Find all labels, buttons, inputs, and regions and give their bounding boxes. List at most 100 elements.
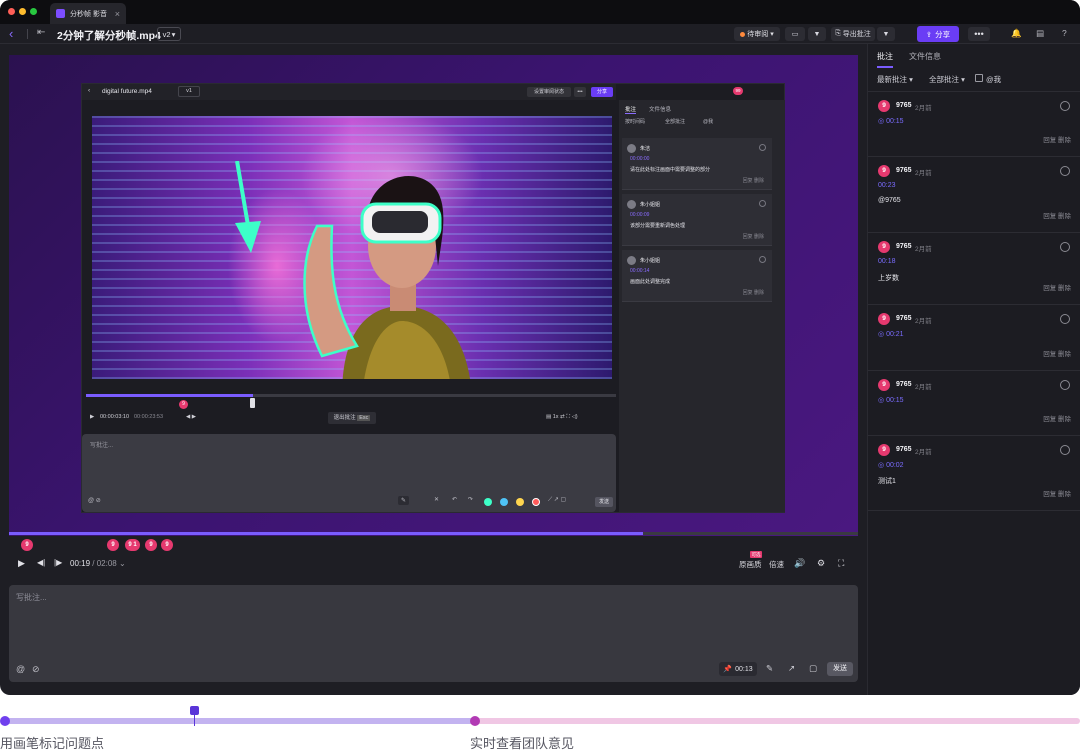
comment-timestamp[interactable]: ◎ 00:15: [878, 117, 904, 125]
resolve-icon[interactable]: [1060, 101, 1070, 111]
comment-timestamp[interactable]: ◎ 00:21: [878, 330, 904, 338]
play-icon[interactable]: ▶: [18, 558, 25, 569]
comment-card[interactable]: 9 9765 2月前 ◎ 00:02 测试1 回复 删除: [868, 436, 1080, 511]
comment-age: 2月前: [915, 170, 932, 177]
comment-marker[interactable]: 9: [107, 539, 119, 551]
embedded-send-button: 发送: [595, 497, 613, 507]
comment-age: 2月前: [915, 105, 932, 112]
tab-comments[interactable]: 批注: [877, 51, 893, 68]
sort-filter-label: 最新批注: [877, 75, 907, 84]
timestamp-toggle[interactable]: 📌 00:13: [719, 662, 757, 676]
chevron-down-icon: ▼: [882, 30, 890, 38]
quality-button[interactable]: 原画质: [739, 559, 762, 570]
volume-icon[interactable]: 🔊: [794, 558, 805, 569]
comment-timestamp[interactable]: ◎ 00:02: [878, 461, 904, 469]
comment-actions[interactable]: 回复 删除: [1043, 413, 1071, 423]
tab-close-icon[interactable]: ×: [115, 9, 120, 19]
settings-gear-icon[interactable]: ⚙: [817, 558, 825, 569]
scope-filter-dropdown[interactable]: 全部批注 ▾: [929, 74, 965, 85]
pen-icon: ✎: [398, 496, 410, 505]
color-swatch-blue: [500, 498, 508, 506]
minimize-window-button[interactable]: [19, 8, 26, 15]
comment-actions[interactable]: 回复 删除: [1043, 488, 1071, 498]
speed-button[interactable]: 倍速: [769, 559, 784, 570]
version-select[interactable]: v2 ▾: [157, 27, 181, 41]
embedded-comment-text: 该部分需要重新调色处理: [630, 223, 686, 229]
arrow-tool-icon[interactable]: ↗: [788, 663, 795, 674]
screen-dropdown-button[interactable]: ▼: [808, 27, 826, 41]
fullscreen-icon[interactable]: ⛶: [838, 558, 844, 569]
comment-card[interactable]: 9 9765 2月前 ◎ 00:21 回复 删除: [868, 305, 1080, 371]
comment-card[interactable]: 9 9765 2月前 ◎ 00:15 回复 删除: [868, 92, 1080, 157]
help-icon[interactable]: ?: [1062, 28, 1067, 38]
comment-timestamp[interactable]: 00:18: [878, 258, 896, 265]
comment-input[interactable]: 写批注... @ ⊘ 📌 00:13 ✎ ↗ ▢ 发送: [9, 585, 858, 682]
attachment-icon[interactable]: ⊘: [32, 664, 40, 675]
embedded-comment-box: 写批注... @ ⊘ ✎ ✕ ↶ ↷ ⟋ ↗ ▢ 发送: [82, 434, 616, 512]
comment-card[interactable]: 9 9765 2月前 ◎ 00:15 回复 删除: [868, 371, 1080, 436]
review-status-dropdown[interactable]: 待审阅 ▾: [734, 27, 780, 41]
bell-icon[interactable]: 🔔: [1011, 28, 1022, 39]
back-icon[interactable]: ‹: [9, 26, 13, 41]
color-swatch-yellow: [516, 498, 524, 506]
next-frame-icon[interactable]: |▶: [54, 558, 62, 567]
embedded-comment-time: 00:00:09: [630, 212, 650, 218]
comment-timestamp-value: 00:15: [886, 397, 904, 404]
comment-age: 2月前: [915, 449, 932, 456]
resolve-icon[interactable]: [1060, 166, 1070, 176]
comment-card[interactable]: 9 9765 2月前 00:23 @9765 回复 删除: [868, 157, 1080, 233]
collapse-icon[interactable]: ⇤: [37, 27, 45, 38]
layout-icon[interactable]: ▤: [1036, 28, 1044, 39]
send-button[interactable]: 发送: [827, 662, 853, 676]
resolve-icon: [759, 200, 766, 207]
comment-actions[interactable]: 回复 删除: [1043, 134, 1071, 144]
title-bar: 分秒帧 影音 ×: [0, 0, 1080, 24]
mentions-checkbox[interactable]: [975, 74, 983, 82]
export-annotations-button[interactable]: ⎘ 导出批注: [831, 27, 875, 41]
avatar: [627, 200, 636, 209]
app-window: 分秒帧 影音 × ‹ ⇤ 2分钟了解分秒帧.mp4 v2 ▾ 待审阅 ▾ ▭ ▼…: [0, 0, 1080, 695]
comment-actions[interactable]: 回复 删除: [1043, 348, 1071, 358]
resolve-icon[interactable]: [1060, 380, 1070, 390]
comment-marker[interactable]: 9: [21, 539, 33, 551]
mention-icon: @ ⊘: [88, 498, 101, 504]
chevron-down-icon[interactable]: ⌄: [119, 559, 126, 568]
comment-timestamp[interactable]: ◎ 00:15: [878, 396, 904, 404]
comment-actions[interactable]: 回复 删除: [1043, 282, 1071, 292]
comment-timestamp[interactable]: 00:23: [878, 182, 896, 189]
browser-tab[interactable]: 分秒帧 影音 ×: [50, 3, 126, 24]
comment-age: 2月前: [915, 318, 932, 325]
comment-marker[interactable]: 9: [145, 539, 157, 551]
embedded-duration: 00:00:23:53: [134, 414, 164, 420]
share-label: 分享: [935, 29, 951, 39]
timeline-dot: [470, 716, 480, 726]
pen-icon[interactable]: ✎: [766, 663, 773, 674]
comment-marker[interactable]: 9: [161, 539, 173, 551]
rectangle-tool-icon[interactable]: ▢: [809, 663, 817, 674]
screen-button[interactable]: ▭: [785, 27, 805, 41]
video-stage[interactable]: ‹ digital future.mp4 v1 设置审阅状态 ••• 分享 99: [9, 55, 858, 536]
close-window-button[interactable]: [8, 8, 15, 15]
resolve-icon[interactable]: [1060, 242, 1070, 252]
video-frame: [92, 116, 612, 379]
comment-marker[interactable]: 9 1: [125, 539, 140, 551]
chevron-down-icon: ▾: [171, 29, 176, 39]
maximize-window-button[interactable]: [30, 8, 37, 15]
close-icon: ✕: [434, 497, 440, 503]
share-button[interactable]: ⇪ 分享: [917, 26, 959, 42]
export-label: 导出批注: [842, 31, 871, 38]
comment-age: 2月前: [915, 384, 932, 391]
mention-icon[interactable]: @: [16, 664, 25, 674]
more-button[interactable]: •••: [968, 27, 990, 41]
export-dropdown-button[interactable]: ▼: [877, 27, 895, 41]
comment-card[interactable]: 9 9765 2月前 00:18 上岁数 回复 删除: [868, 233, 1080, 305]
sort-filter-dropdown[interactable]: 最新批注 ▾: [877, 74, 913, 85]
status-label: 待审阅: [747, 31, 769, 38]
embedded-comment-text: 画面此处调整完成: [630, 279, 671, 285]
resolve-icon[interactable]: [1060, 314, 1070, 324]
previous-frame-icon[interactable]: ◀|: [37, 558, 45, 567]
embedded-tab-comments: 批注: [625, 107, 637, 114]
comment-actions[interactable]: 回复 删除: [1043, 210, 1071, 220]
tab-file-info[interactable]: 文件信息: [909, 51, 941, 66]
resolve-icon[interactable]: [1060, 445, 1070, 455]
